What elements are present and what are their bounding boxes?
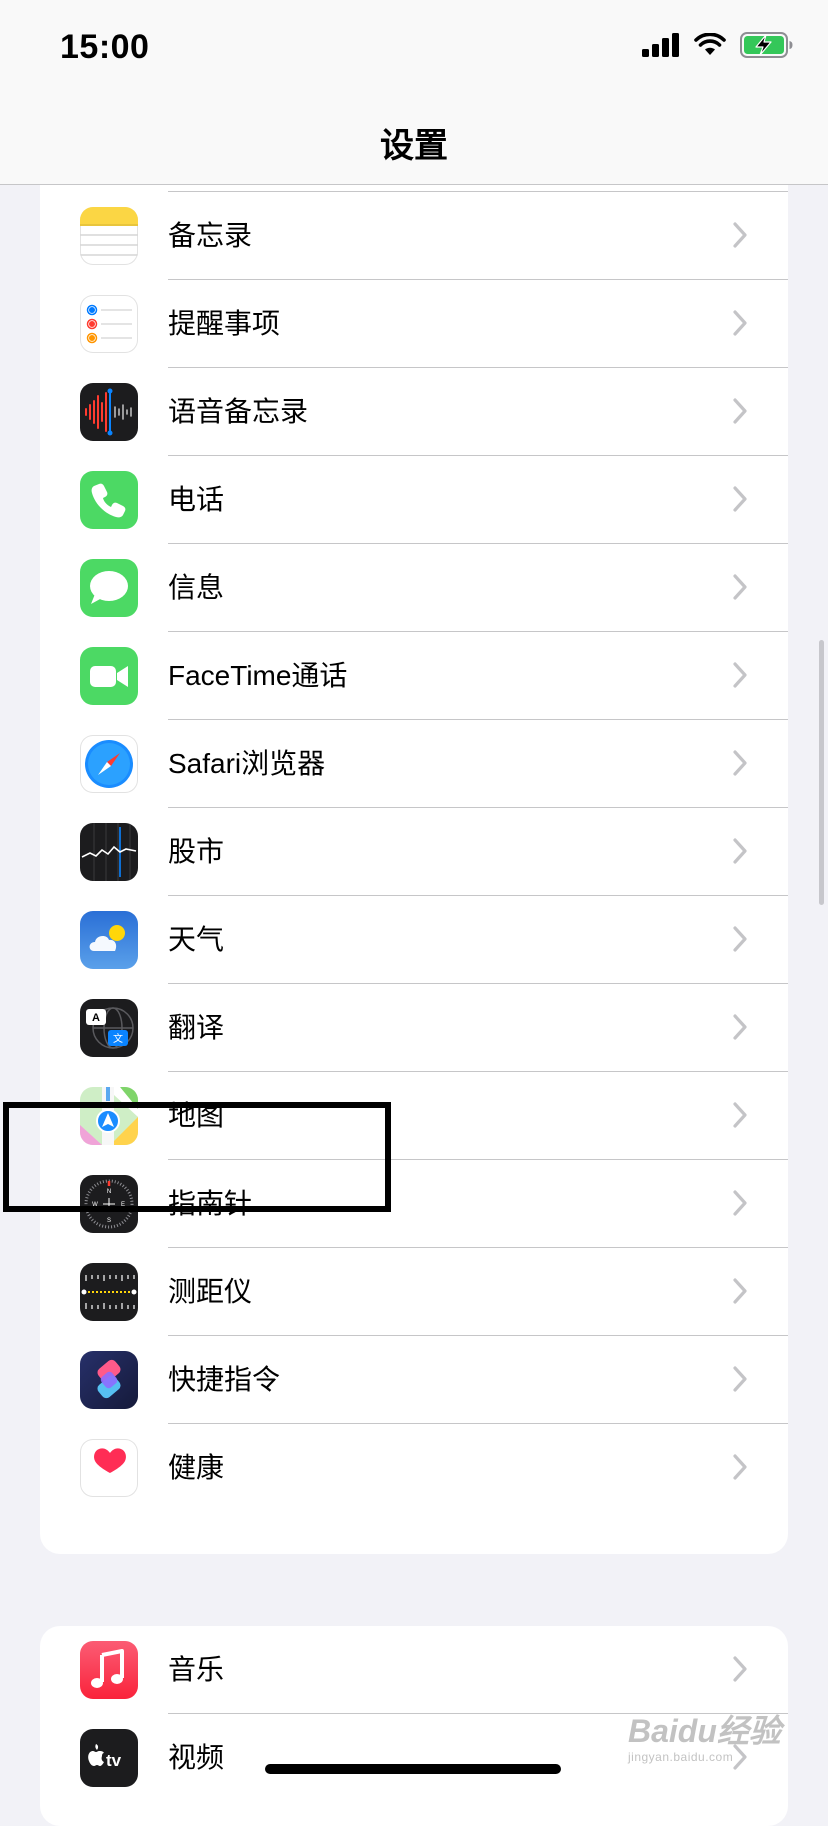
weather-icon [80, 911, 138, 969]
settings-row-label: 测距仪 [168, 1276, 253, 1307]
chevron-right-icon [733, 1014, 747, 1040]
settings-row-label: Safari浏览器 [168, 748, 326, 779]
settings-row-label: 提醒事项 [168, 308, 281, 339]
chevron-right-icon [733, 1102, 747, 1128]
watermark-logo: Baidu经验 [628, 1713, 781, 1749]
home-indicator[interactable] [265, 1764, 561, 1774]
chevron-right-icon [733, 486, 747, 512]
safari-icon [80, 735, 138, 793]
settings-row-label: 健康 [168, 1452, 225, 1483]
phone-icon [80, 471, 138, 529]
watermark-url: jingyan.baidu.com [628, 1750, 734, 1764]
translate-icon: A 文 [80, 999, 138, 1057]
chevron-right-icon [733, 662, 747, 688]
svg-text:A: A [92, 1012, 100, 1024]
settings-row-measure[interactable]: 测距仪 [40, 1248, 788, 1336]
battery-charging-icon [740, 32, 794, 63]
scroll-indicator[interactable] [819, 640, 824, 905]
svg-text:文: 文 [113, 1032, 123, 1045]
watermark: Baidu经验 jingyan.baidu.com [628, 1706, 781, 1764]
chevron-right-icon [733, 1190, 747, 1216]
chevron-right-icon [733, 222, 747, 248]
settings-row-translate[interactable]: A 文 翻译 [40, 984, 788, 1072]
settings-row-label: 语音备忘录 [168, 396, 309, 427]
health-icon [80, 1439, 138, 1497]
settings-row-label: 电话 [168, 484, 225, 515]
status-icons [642, 32, 794, 63]
settings-row-label: 视频 [168, 1742, 225, 1773]
chevron-right-icon [733, 926, 747, 952]
svg-text:tv: tv [106, 1751, 122, 1770]
settings-row-label: 音乐 [168, 1654, 225, 1685]
page-title: 设置 [380, 127, 448, 165]
status-bar: 15:00 [0, 0, 828, 100]
voice-memos-icon [80, 383, 138, 441]
chevron-right-icon [733, 1366, 747, 1392]
stocks-icon [80, 823, 138, 881]
settings-row-label: 天气 [168, 924, 225, 955]
navigation-bar: 设置 [0, 100, 828, 185]
chevron-right-icon [733, 1278, 747, 1304]
settings-row-label: 股市 [168, 836, 225, 867]
settings-row-label: 翻译 [168, 1012, 225, 1043]
chevron-right-icon [733, 398, 747, 424]
settings-row-notes[interactable]: 备忘录 [40, 192, 788, 280]
settings-row-stocks[interactable]: 股市 [40, 808, 788, 896]
chevron-right-icon [733, 574, 747, 600]
measure-icon [80, 1263, 138, 1321]
settings-row-label: 备忘录 [168, 220, 253, 251]
facetime-icon [80, 647, 138, 705]
cellular-signal-icon [642, 33, 680, 62]
settings-row-label: 信息 [168, 572, 225, 603]
shortcuts-icon [80, 1351, 138, 1409]
notes-icon [80, 207, 138, 265]
tv-icon: tv [80, 1729, 138, 1787]
settings-row-label: FaceTime通话 [168, 660, 348, 691]
settings-row-reminders[interactable]: 提醒事项 [40, 280, 788, 368]
settings-row-facetime[interactable]: FaceTime通话 [40, 632, 788, 720]
settings-row-voice-memos[interactable]: 语音备忘录 [40, 368, 788, 456]
messages-icon [80, 559, 138, 617]
chevron-right-icon [733, 310, 747, 336]
svg-text:S: S [107, 1218, 111, 1224]
settings-row-phone[interactable]: 电话 [40, 456, 788, 544]
settings-row-music[interactable]: 音乐 [40, 1626, 788, 1714]
music-icon [80, 1641, 138, 1699]
apps-settings-group: 日历 备忘录 提醒事项 [40, 104, 788, 1554]
settings-row-shortcuts[interactable]: 快捷指令 [40, 1336, 788, 1424]
settings-row-messages[interactable]: 信息 [40, 544, 788, 632]
highlight-box [3, 1102, 391, 1212]
chevron-right-icon [733, 1454, 747, 1480]
chevron-right-icon [733, 1656, 747, 1682]
settings-row-health[interactable]: 健康 [40, 1424, 788, 1512]
chevron-right-icon [733, 750, 747, 776]
wifi-icon [694, 32, 726, 62]
status-time: 15:00 [60, 28, 150, 66]
settings-row-weather[interactable]: 天气 [40, 896, 788, 984]
settings-row-safari[interactable]: Safari浏览器 [40, 720, 788, 808]
reminders-icon [80, 295, 138, 353]
chevron-right-icon [733, 838, 747, 864]
settings-row-label: 快捷指令 [168, 1364, 281, 1395]
